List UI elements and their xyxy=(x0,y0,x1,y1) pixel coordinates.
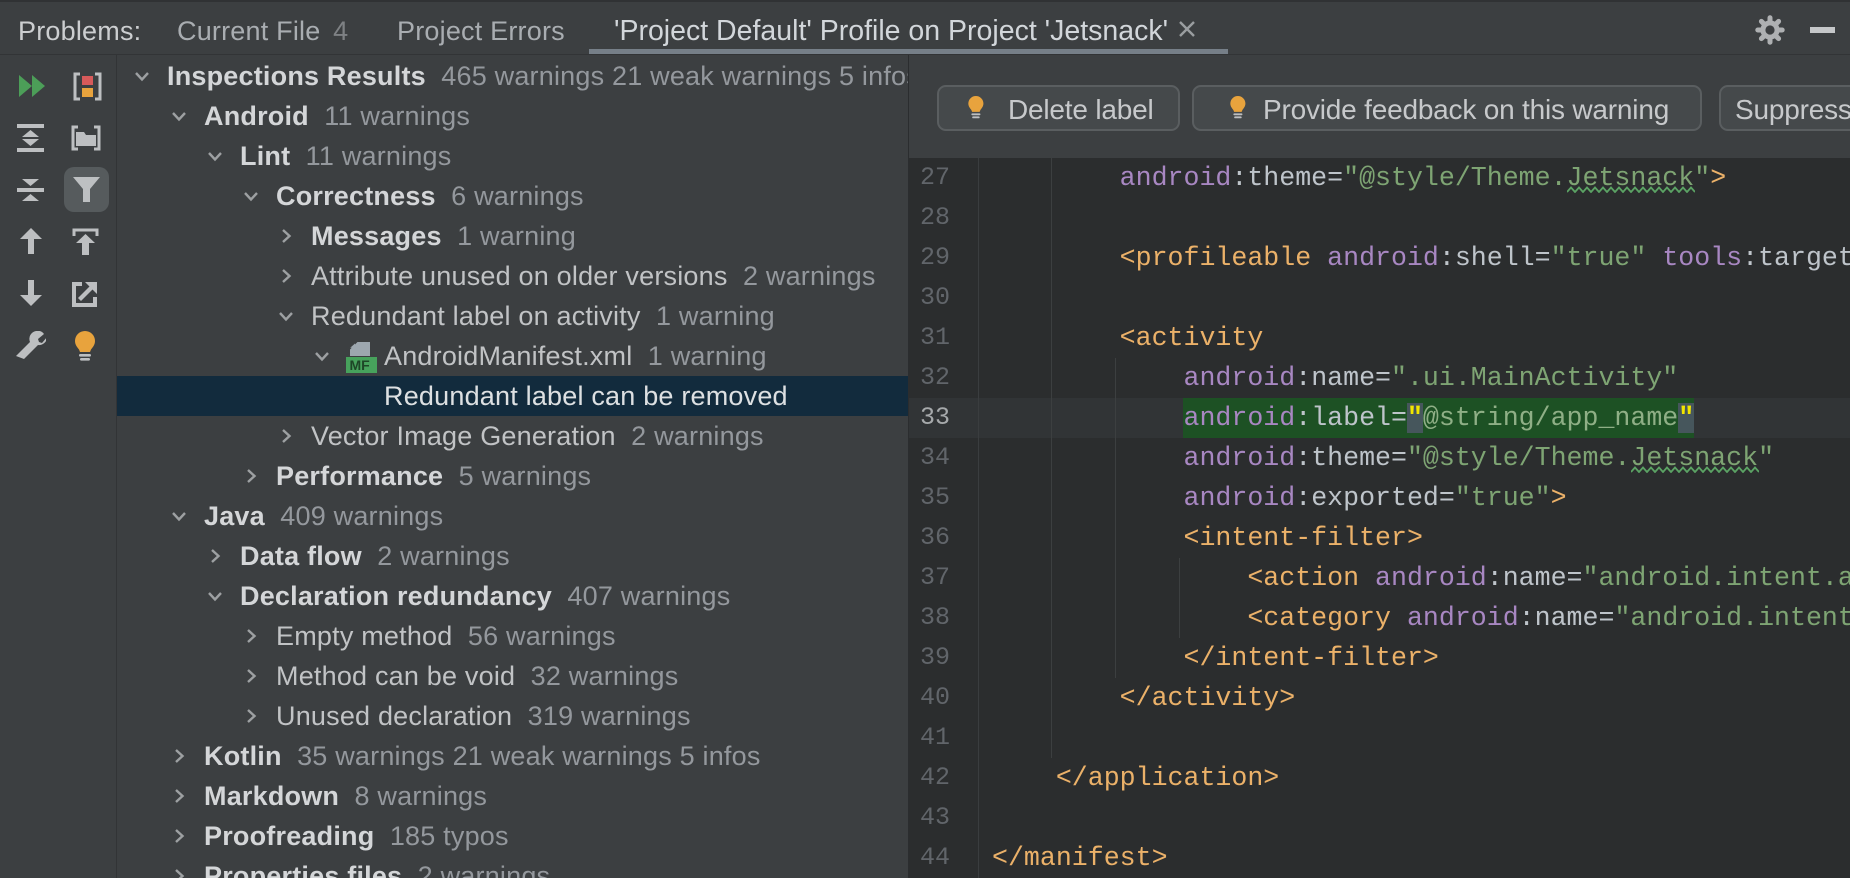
svg-text:MF: MF xyxy=(350,357,371,373)
